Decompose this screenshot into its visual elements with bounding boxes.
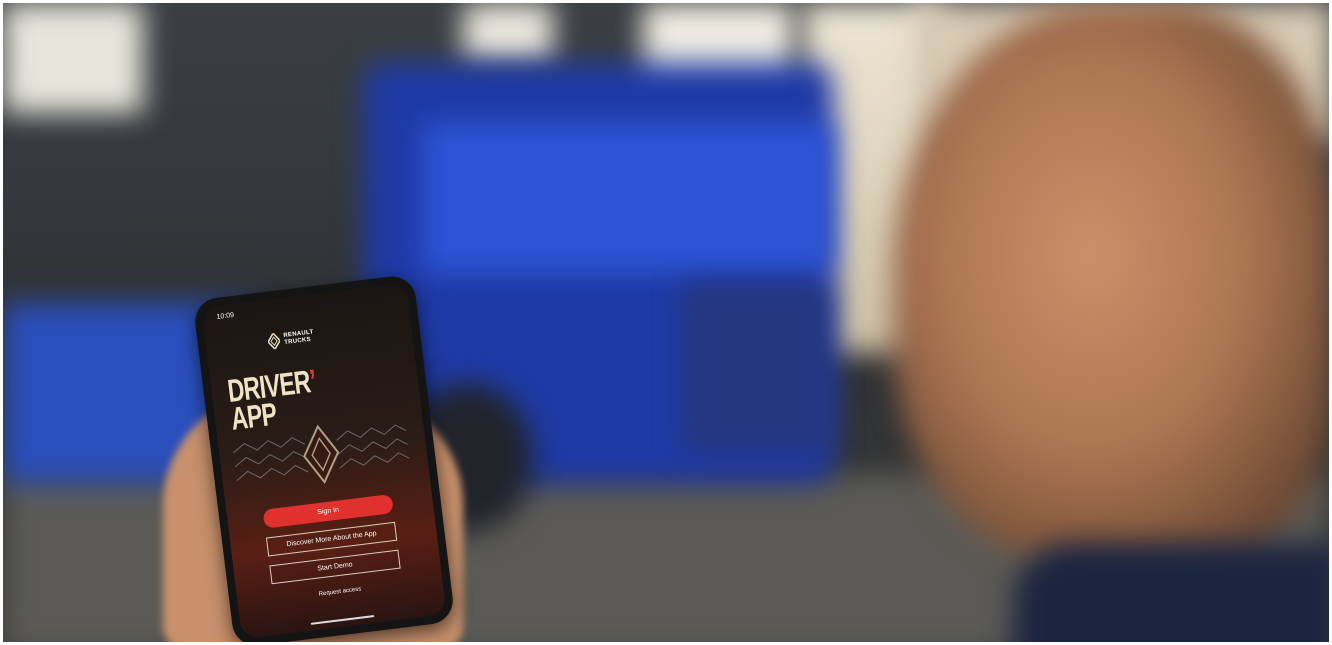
- renault-trucks-logo: RENAULT TRUCKS: [267, 328, 315, 350]
- truck-grille: [683, 283, 833, 453]
- status-time: 10:09: [216, 311, 235, 321]
- person-head: [893, 3, 1329, 563]
- bright-window-center: [463, 3, 553, 63]
- home-indicator: [310, 615, 375, 625]
- app-screen: 10:09 RENAULT TRUCKS DRIVER’ APP Sign In…: [201, 282, 447, 640]
- person-shoulder: [1013, 543, 1329, 642]
- brand-name: RENAULT TRUCKS: [283, 329, 315, 347]
- renault-diamond-icon: [267, 332, 281, 350]
- truck-windshield-band: [423, 123, 833, 273]
- request-access-link[interactable]: Request access: [237, 576, 442, 607]
- bright-window-left: [3, 3, 143, 113]
- photo-scene: 10:09 RENAULT TRUCKS DRIVER’ APP Sign In…: [3, 3, 1329, 642]
- start-demo-button[interactable]: Start Demo: [269, 549, 401, 585]
- smartphone: 10:09 RENAULT TRUCKS DRIVER’ APP Sign In…: [192, 273, 456, 642]
